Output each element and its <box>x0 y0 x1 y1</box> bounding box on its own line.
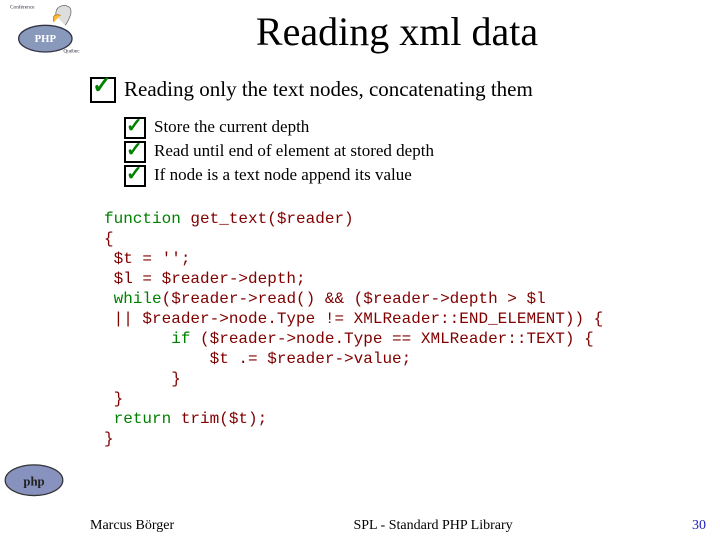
checkbox-icon <box>124 165 146 187</box>
code-text: ($reader->read() && ($reader->depth > $l <box>162 290 546 308</box>
keyword: if <box>171 330 190 348</box>
footer-author: Marcus Börger <box>90 518 174 534</box>
code-text: $l = $reader->depth; <box>104 270 306 288</box>
code-text <box>104 330 171 348</box>
code-text: } <box>104 370 181 388</box>
sub-bullet-text: Store the current depth <box>154 117 309 137</box>
checkbox-icon <box>124 117 146 139</box>
code-text: } <box>104 430 114 448</box>
slide: PHP Conférence Québec php Reading xml da… <box>0 0 720 540</box>
code-block: function get_text($reader) { $t = ''; $l… <box>104 209 704 449</box>
keyword: return <box>114 410 172 428</box>
code-text <box>104 410 114 428</box>
svg-text:PHP: PHP <box>35 34 57 45</box>
slide-title: Reading xml data <box>90 8 704 55</box>
slide-footer: Marcus Börger SPL - Standard PHP Library… <box>90 518 706 534</box>
keyword: function <box>104 210 181 228</box>
code-text: $t = ''; <box>104 250 190 268</box>
sub-bullet: If node is a text node append its value <box>124 165 704 187</box>
sub-bullet: Read until end of element at stored dept… <box>124 141 704 163</box>
code-text <box>104 290 114 308</box>
lead-text: Reading only the text nodes, concatenati… <box>124 77 533 102</box>
footer-center: SPL - Standard PHP Library <box>174 518 692 534</box>
sub-bullet-text: If node is a text node append its value <box>154 165 412 185</box>
conference-php-quebec-logo-icon: PHP Conférence Québec <box>2 2 82 60</box>
footer-page-number: 30 <box>692 518 706 534</box>
svg-text:Conférence: Conférence <box>10 4 35 11</box>
sub-bullets: Store the current depth Read until end o… <box>124 117 704 187</box>
code-text: ($reader->node.Type == XMLReader::TEXT) … <box>190 330 593 348</box>
sub-bullet: Store the current depth <box>124 117 704 139</box>
php-logo-icon: php <box>2 461 66 504</box>
sub-bullet-text: Read until end of element at stored dept… <box>154 141 434 161</box>
code-text: $t .= $reader->value; <box>104 350 411 368</box>
code-text: get_text($reader) <box>181 210 354 228</box>
code-text: { <box>104 230 114 248</box>
keyword: while <box>114 290 162 308</box>
code-text: trim($t); <box>171 410 267 428</box>
checkbox-icon <box>124 141 146 163</box>
lead-bullet: Reading only the text nodes, concatenati… <box>90 77 704 103</box>
slide-content: Reading xml data Reading only the text n… <box>90 8 704 510</box>
code-text: } <box>104 390 123 408</box>
code-text: || $reader->node.Type != XMLReader::END_… <box>104 310 603 328</box>
svg-text:php: php <box>23 474 44 488</box>
svg-text:Québec: Québec <box>63 49 80 55</box>
checkbox-icon <box>90 77 116 103</box>
